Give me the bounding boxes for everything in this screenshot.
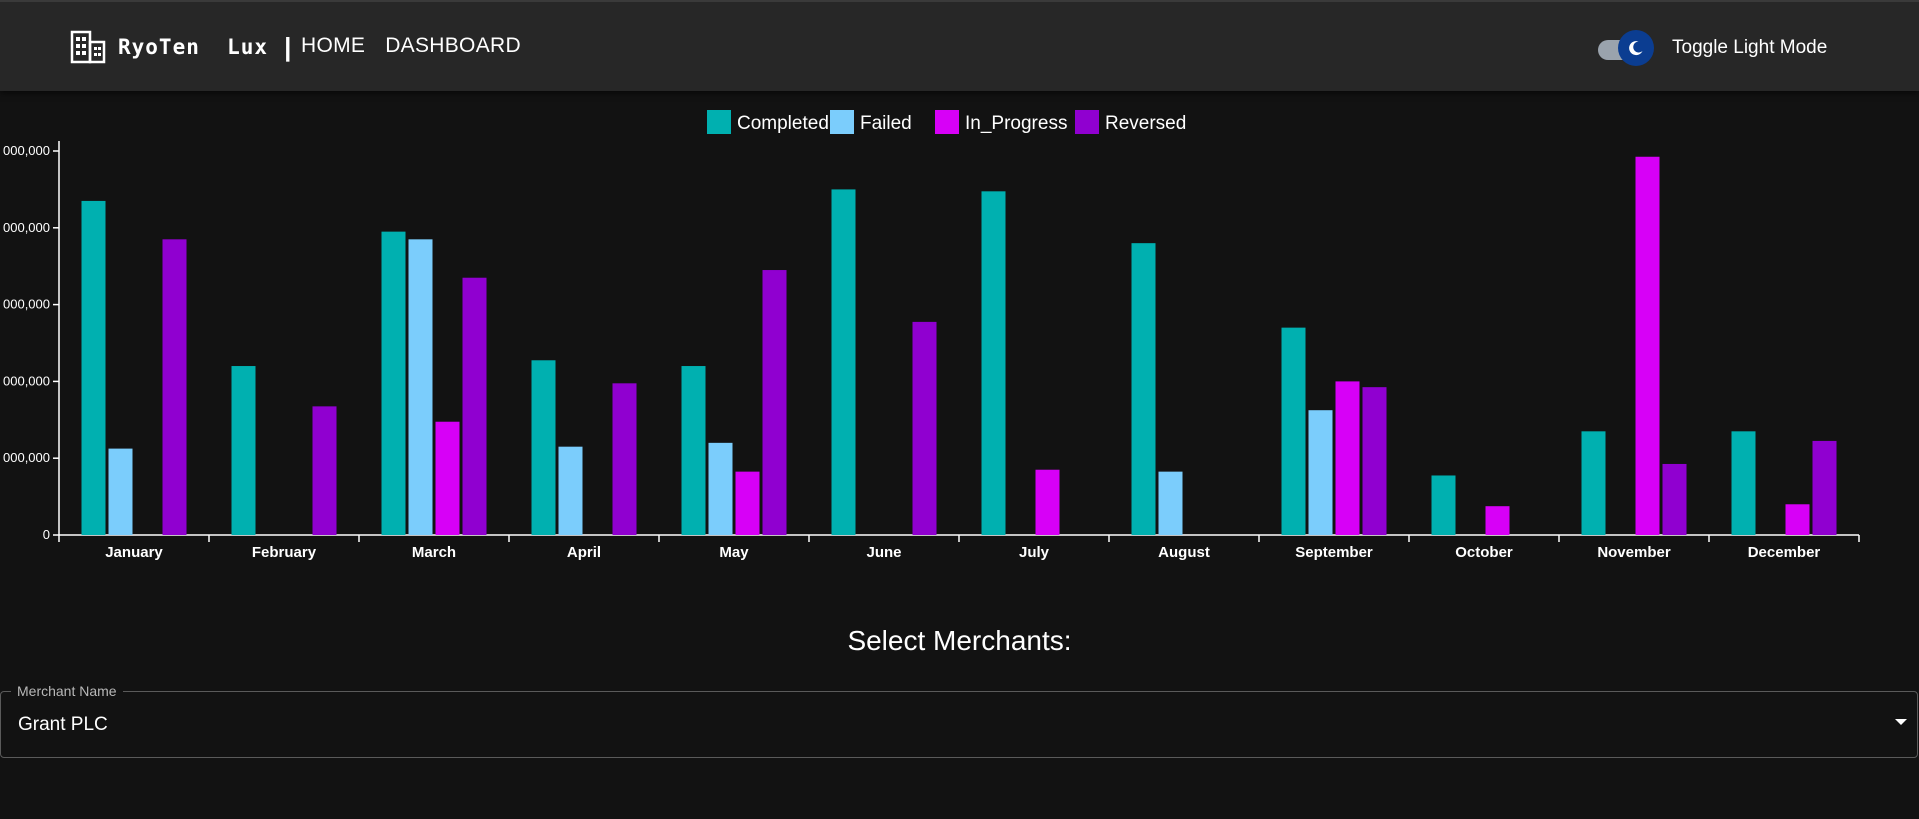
legend-label-reversed: Reversed	[1105, 113, 1186, 134]
toggle-light-mode-label[interactable]: Toggle Light Mode	[1672, 37, 1827, 59]
select-merchants-title: Select Merchants:	[847, 625, 1072, 656]
x-tick-label: September	[1295, 544, 1373, 561]
bar-completed-may	[681, 366, 706, 535]
y-tick-label: 000,000	[3, 373, 50, 388]
bar-completed-february	[231, 366, 256, 535]
y-tick-label: 0	[43, 527, 50, 542]
switch-thumb[interactable]	[1618, 30, 1654, 66]
bar-completed-december	[1731, 431, 1756, 535]
x-tick-label: August	[1158, 544, 1210, 561]
legend-swatch-in_progress	[935, 110, 959, 134]
app-bar: RyoTen Lux | HOME DASHBOARD Toggle Light…	[0, 0, 1919, 91]
bar-reversed-may	[762, 270, 787, 535]
bar-reversed-january	[162, 239, 187, 535]
x-tick-label: December	[1748, 544, 1821, 561]
building-icon	[70, 30, 106, 64]
brand-separator: |	[284, 31, 292, 62]
x-tick-label: January	[105, 544, 163, 561]
x-tick-label: April	[567, 544, 601, 561]
bar-chart-svg: Completed Failed In_Progress Reversed 0 000,0…	[3, 110, 1860, 561]
bar-completed-january	[81, 200, 106, 536]
x-tick-label: November	[1597, 544, 1671, 561]
bar-completed-july	[981, 191, 1006, 535]
bar-failed-march	[408, 239, 433, 535]
x-tick-label: February	[252, 544, 317, 561]
bar-in_progress-december	[1785, 504, 1810, 535]
bar-failed-september	[1308, 410, 1333, 535]
bar-reversed-november	[1662, 463, 1687, 535]
y-tick-label: 000,000	[3, 450, 50, 465]
bar-reversed-february	[312, 406, 337, 535]
bar-failed-august	[1158, 471, 1183, 535]
bar-reversed-march	[462, 277, 487, 535]
bar-completed-june	[831, 189, 856, 535]
x-tick-label: May	[719, 544, 749, 561]
legend-swatch-failed	[830, 110, 854, 134]
x-tick-label: July	[1019, 544, 1050, 561]
legend-swatch-reversed	[1075, 110, 1099, 134]
merchant-name-select[interactable]: Merchant Name Grant PLC	[0, 683, 1918, 758]
bar-completed-april	[531, 360, 556, 535]
y-tick-label: 000,000	[3, 297, 50, 312]
bar-failed-april	[558, 446, 583, 535]
bar-reversed-april	[612, 383, 637, 535]
legend-label-failed: Failed	[860, 113, 912, 134]
bar-completed-september	[1281, 327, 1306, 535]
bar-completed-october	[1431, 475, 1456, 535]
bar-completed-november	[1581, 431, 1606, 535]
theme-switch[interactable]	[1596, 30, 1656, 66]
main-nav: HOME DASHBOARD	[301, 34, 521, 58]
bar-completed-august	[1131, 243, 1156, 535]
legend-swatch-completed	[707, 110, 731, 134]
y-tick-label: 000,000	[3, 220, 50, 235]
legend-label-completed: Completed	[737, 113, 829, 134]
bar-failed-may	[708, 442, 733, 535]
brand-name: RyoTen Lux	[118, 35, 269, 59]
bar-completed-march	[381, 231, 406, 535]
moon-icon	[1629, 41, 1643, 56]
nav-dashboard-link[interactable]: DASHBOARD	[385, 34, 521, 58]
x-tick-label: October	[1455, 544, 1513, 561]
theme-toggle[interactable]: Toggle Light Mode	[1596, 30, 1827, 66]
bar-in_progress-october	[1485, 506, 1510, 535]
brand[interactable]: RyoTen Lux |	[70, 30, 291, 64]
transactions-bar-chart: Completed Failed In_Progress Reversed 0 000,0…	[0, 91, 1919, 571]
merchant-name-label: Merchant Name	[11, 683, 123, 699]
nav-home-link[interactable]: HOME	[301, 34, 365, 58]
x-tick-label: March	[412, 544, 456, 561]
bar-in_progress-november	[1635, 156, 1660, 535]
bar-in_progress-march	[435, 421, 460, 535]
merchant-name-value: Grant PLC	[18, 714, 108, 735]
bar-reversed-december	[1812, 440, 1837, 535]
y-tick-label: 000,000	[3, 143, 50, 158]
x-tick-label: June	[866, 544, 901, 561]
caret-down-icon[interactable]	[1895, 719, 1907, 725]
bar-in_progress-september	[1335, 381, 1360, 535]
bar-in_progress-may	[735, 471, 760, 535]
bar-in_progress-july	[1035, 469, 1060, 535]
bar-failed-january	[108, 448, 133, 535]
bar-reversed-september	[1362, 387, 1387, 535]
legend-label-in_progress: In_Progress	[965, 113, 1067, 134]
bar-reversed-june	[912, 321, 937, 535]
